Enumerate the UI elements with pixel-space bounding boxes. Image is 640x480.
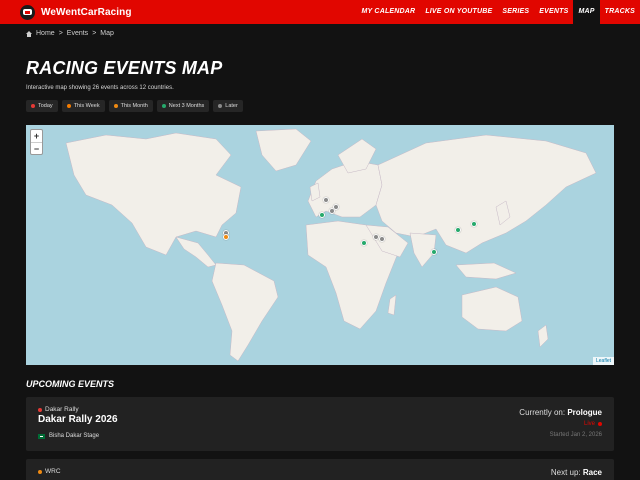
status-prefix: Next up: — [550, 468, 581, 477]
live-label: Live — [583, 421, 595, 427]
map-attribution[interactable]: Leaflet — [592, 357, 614, 365]
status-value: Race — [582, 468, 602, 477]
legend-dot — [66, 104, 71, 108]
breadcrumb-separator: > — [58, 30, 63, 37]
legend-label: Next 3 Months — [168, 103, 205, 109]
breadcrumb-home[interactable]: Home — [36, 30, 55, 37]
event-marker[interactable] — [323, 197, 329, 203]
breadcrumb-current: Map — [100, 30, 114, 37]
series-name: WRC — [45, 468, 61, 475]
world-map-svg — [65, 128, 597, 362]
nav-map[interactable]: MAP — [573, 0, 600, 24]
live-indicator: Live — [584, 421, 602, 427]
legend-label: Today — [38, 103, 53, 109]
madagascar-landmass — [387, 294, 397, 316]
zoom-in-button[interactable]: + — [31, 130, 42, 142]
page-subtitle: Interactive map showing 26 events across… — [26, 85, 174, 91]
event-status: Next up: Race — [551, 468, 602, 477]
event-marker[interactable] — [361, 240, 367, 246]
events-map[interactable]: + − Leaflet — [26, 125, 614, 365]
saudi-arabia-flag-icon — [38, 433, 45, 439]
helmet-logo-icon — [20, 4, 35, 20]
legend-label: This Week — [73, 103, 100, 109]
page-title: RACING EVENTS MAP — [26, 58, 223, 78]
north-america-landmass — [65, 132, 242, 256]
nav-events[interactable]: EVENTS — [534, 0, 573, 24]
legend-next-3-months[interactable]: Next 3 Months — [156, 100, 210, 112]
event-card[interactable]: Dakar Rally Dakar Rally 2026 Bisha Dakar… — [26, 397, 614, 451]
legend-later[interactable]: Later — [213, 100, 243, 112]
series-name: Dakar Rally — [45, 406, 79, 413]
stage-name: Bisha Dakar Stage — [49, 433, 100, 439]
map-legend: Today This Week This Month Next 3 Months… — [26, 100, 243, 112]
zoom-out-button[interactable]: − — [31, 142, 42, 154]
event-name[interactable]: Dakar Rally 2026 — [38, 414, 118, 425]
legend-this-week[interactable]: This Week — [61, 100, 105, 112]
event-marker[interactable] — [431, 249, 437, 255]
legend-dot — [218, 104, 223, 108]
event-series: WRC — [38, 468, 61, 475]
nav-tracks[interactable]: TRACKS — [600, 0, 640, 24]
live-dot — [598, 422, 602, 426]
legend-label: This Month — [120, 103, 148, 109]
home-icon — [26, 30, 32, 37]
breadcrumb-separator: > — [92, 30, 97, 37]
legend-label: Later — [225, 103, 238, 109]
legend-dot — [113, 104, 118, 108]
main-nav: MY CALENDAR LIVE ON YOUTUBE SERIES EVENT… — [357, 0, 640, 24]
event-stage: Bisha Dakar Stage — [38, 433, 99, 439]
event-series: Dakar Rally — [38, 406, 79, 413]
new-zealand-landmass — [537, 324, 549, 348]
status-value: Prologue — [567, 408, 602, 417]
nav-live-on-youtube[interactable]: LIVE ON YOUTUBE — [420, 0, 497, 24]
central-america-landmass — [175, 236, 217, 268]
event-status: Currently on: Prologue — [519, 408, 602, 417]
nav-my-calendar[interactable]: MY CALENDAR — [357, 0, 421, 24]
south-america-landmass — [211, 262, 279, 362]
upcoming-events-heading: UPCOMING EVENTS — [26, 379, 115, 389]
nav-series[interactable]: SERIES — [497, 0, 534, 24]
australia-landmass — [461, 286, 523, 332]
breadcrumb-events[interactable]: Events — [67, 30, 88, 37]
legend-dot — [31, 104, 35, 108]
status-dot — [38, 469, 42, 474]
event-marker[interactable] — [471, 221, 477, 227]
southeast-asia-islands — [455, 262, 517, 280]
brand-logo[interactable]: WeWentCarRacing — [20, 4, 132, 20]
status-dot — [38, 407, 42, 412]
legend-dot — [161, 104, 166, 108]
brand-name: WeWentCarRacing — [41, 6, 132, 18]
started-date: Started Jan 2, 2026 — [549, 432, 602, 438]
legend-this-month[interactable]: This Month — [108, 100, 153, 112]
asia-landmass — [375, 134, 597, 254]
event-marker[interactable] — [319, 212, 325, 218]
event-marker[interactable] — [379, 236, 385, 242]
event-card[interactable]: WRC Next up: Race — [26, 459, 614, 480]
zoom-control: + − — [30, 129, 43, 155]
top-navbar: WeWentCarRacing MY CALENDAR LIVE ON YOUT… — [0, 0, 640, 24]
legend-today[interactable]: Today — [26, 100, 58, 112]
event-marker[interactable] — [223, 234, 229, 240]
event-marker[interactable] — [333, 204, 339, 210]
event-marker[interactable] — [455, 227, 461, 233]
status-prefix: Currently on: — [519, 408, 566, 417]
greenland-landmass — [255, 128, 312, 172]
breadcrumb: Home > Events > Map — [26, 30, 114, 37]
